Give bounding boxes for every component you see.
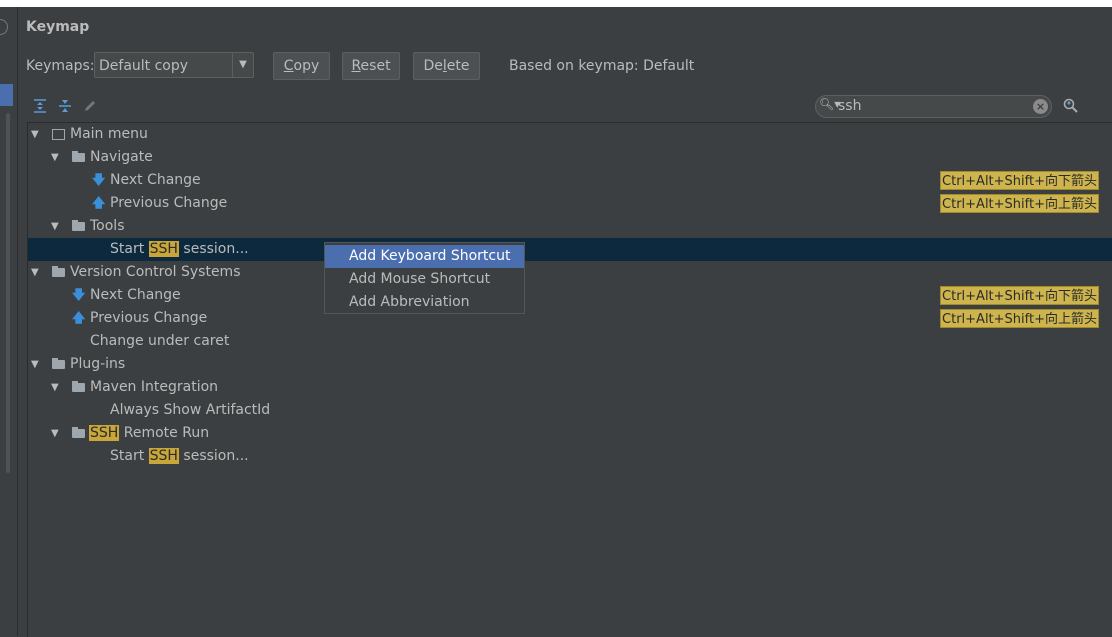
chevron-down-icon[interactable]: ▼ [232, 53, 253, 77]
menu-item-add-mouse-shortcut[interactable]: Add Mouse Shortcut [325, 268, 524, 291]
folder-icon [72, 381, 85, 392]
keymap-tree: ▼ Main menu ▼ Navigate 🡇 Next Change Ctr… [27, 122, 1112, 637]
expand-all-icon[interactable] [32, 98, 48, 114]
tree-node-vcs-next-change[interactable]: 🡇 Next Change Ctrl+Alt+Shift+向下箭头 [28, 284, 1112, 307]
based-on-keymap-text: Based on keymap: Default [509, 58, 695, 74]
tree-node-ssh-remote-run[interactable]: ▼ SSH Remote Run [28, 422, 1112, 445]
tree-node-label: Navigate [90, 149, 153, 165]
reset-button-label: eset [360, 58, 391, 74]
delete-button[interactable]: Delete [413, 52, 480, 80]
tree-node-start-ssh-session[interactable]: Start SSH session... [28, 238, 1112, 261]
copy-button-label: opy [293, 58, 320, 74]
tree-node-vcs-previous-change[interactable]: 🡅 Previous Change Ctrl+Alt+Shift+向上箭头 [28, 307, 1112, 330]
shortcut-badge: Ctrl+Alt+Shift+向下箭头 [940, 286, 1099, 305]
tree-node-main-menu[interactable]: ▼ Main menu [28, 123, 1112, 146]
search-field[interactable]: 🔍︎▾ ssh × [815, 95, 1052, 118]
tree-node-label: Always Show ArtifactId [110, 402, 271, 418]
tree-node-vcs[interactable]: ▼ Version Control Systems [28, 261, 1112, 284]
window-top-strip [0, 0, 1112, 7]
label-part: session... [178, 241, 249, 257]
folder-icon [52, 358, 65, 369]
search-input[interactable]: ssh [838, 98, 861, 114]
expand-arrow-icon[interactable]: ▼ [31, 261, 39, 284]
expand-arrow-icon[interactable]: ▼ [51, 376, 59, 399]
context-menu: Add Keyboard Shortcut Add Mouse Shortcut… [324, 242, 525, 314]
find-by-shortcut-icon[interactable] [1062, 97, 1080, 119]
delete-button-label: ete [446, 58, 470, 74]
tree-node-label: Tools [90, 218, 125, 234]
arrow-down-icon: 🡇 [92, 173, 106, 188]
tree-node-always-show-artifactid[interactable]: Always Show ArtifactId [28, 399, 1112, 422]
tree-node-label: SSH Remote Run [89, 422, 209, 445]
reset-button-mnemonic: R [351, 58, 361, 74]
collapse-all-icon[interactable] [57, 98, 73, 114]
search-match-highlight: SSH [148, 448, 179, 464]
tree-node-ssh-start-session[interactable]: Start SSH session... [28, 445, 1112, 468]
folder-icon [72, 220, 85, 231]
tree-node-maven-integration[interactable]: ▼ Maven Integration [28, 376, 1112, 399]
label-part: Remote Run [119, 425, 210, 441]
copy-button-mnemonic: C [283, 58, 294, 74]
search-match-highlight: SSH [148, 241, 179, 257]
tree-node-label: Next Change [90, 287, 181, 303]
expand-arrow-icon[interactable]: ▼ [51, 422, 59, 445]
tree-node-tools[interactable]: ▼ Tools [28, 215, 1112, 238]
tree-node-plug-ins[interactable]: ▼ Plug-ins [28, 353, 1112, 376]
tree-node-label: Previous Change [90, 310, 208, 326]
reset-button[interactable]: Reset [342, 52, 400, 80]
tree-node-label: Change under caret [90, 333, 230, 349]
settings-sidebar [0, 7, 18, 636]
tree-node-change-under-caret[interactable]: Change under caret [28, 330, 1112, 353]
tree-node-next-change[interactable]: 🡇 Next Change Ctrl+Alt+Shift+向下箭头 [28, 169, 1112, 192]
tree-node-label: Previous Change [110, 195, 228, 211]
folder-icon [72, 427, 85, 438]
delete-button-label-pre: De [423, 58, 443, 74]
label-part: Start [110, 448, 149, 464]
menu-item-add-keyboard-shortcut[interactable]: Add Keyboard Shortcut [325, 245, 524, 268]
keymaps-label: Keymaps: [26, 58, 95, 74]
shortcut-badge: Ctrl+Alt+Shift+向上箭头 [940, 309, 1099, 328]
tree-node-label: Start SSH session... [110, 238, 249, 261]
tree-node-label: Next Change [110, 172, 201, 188]
sidebar-clear-icon[interactable] [0, 19, 8, 35]
folder-icon [72, 151, 85, 162]
edit-pencil-icon[interactable] [82, 98, 98, 114]
shortcut-badge: Ctrl+Alt+Shift+向上箭头 [940, 194, 1099, 213]
expand-arrow-icon[interactable]: ▼ [31, 123, 39, 146]
clear-search-icon[interactable]: × [1033, 99, 1048, 114]
keymap-select[interactable]: Default copy ▼ [94, 52, 254, 78]
shortcut-badge: Ctrl+Alt+Shift+向下箭头 [940, 171, 1099, 190]
search-match-highlight: SSH [89, 425, 120, 441]
tree-node-label: Main menu [70, 126, 148, 142]
label-part: session... [178, 448, 249, 464]
page-title: Keymap [26, 19, 90, 35]
label-part: Start [110, 241, 149, 257]
expand-arrow-icon[interactable]: ▼ [51, 146, 59, 169]
arrow-up-icon: 🡅 [72, 311, 86, 326]
tree-node-navigate[interactable]: ▼ Navigate [28, 146, 1112, 169]
keymap-select-value: Default copy [99, 58, 189, 74]
tree-node-label: Plug-ins [70, 356, 126, 372]
menu-item-add-abbreviation[interactable]: Add Abbreviation [325, 291, 524, 314]
tree-node-previous-change[interactable]: 🡅 Previous Change Ctrl+Alt+Shift+向上箭头 [28, 192, 1112, 215]
copy-button[interactable]: Copy [273, 52, 330, 80]
sidebar-selected-item[interactable] [0, 84, 13, 106]
arrow-down-icon: 🡇 [72, 288, 86, 303]
sidebar-scrollbar[interactable] [6, 113, 10, 473]
expand-arrow-icon[interactable]: ▼ [31, 353, 39, 376]
tree-node-label: Version Control Systems [70, 264, 241, 280]
folder-icon [52, 266, 65, 277]
arrow-up-icon: 🡅 [92, 196, 106, 211]
tree-node-label: Start SSH session... [110, 445, 249, 468]
expand-arrow-icon[interactable]: ▼ [51, 215, 59, 238]
menu-icon [52, 129, 65, 140]
tree-node-label: Maven Integration [90, 379, 219, 395]
